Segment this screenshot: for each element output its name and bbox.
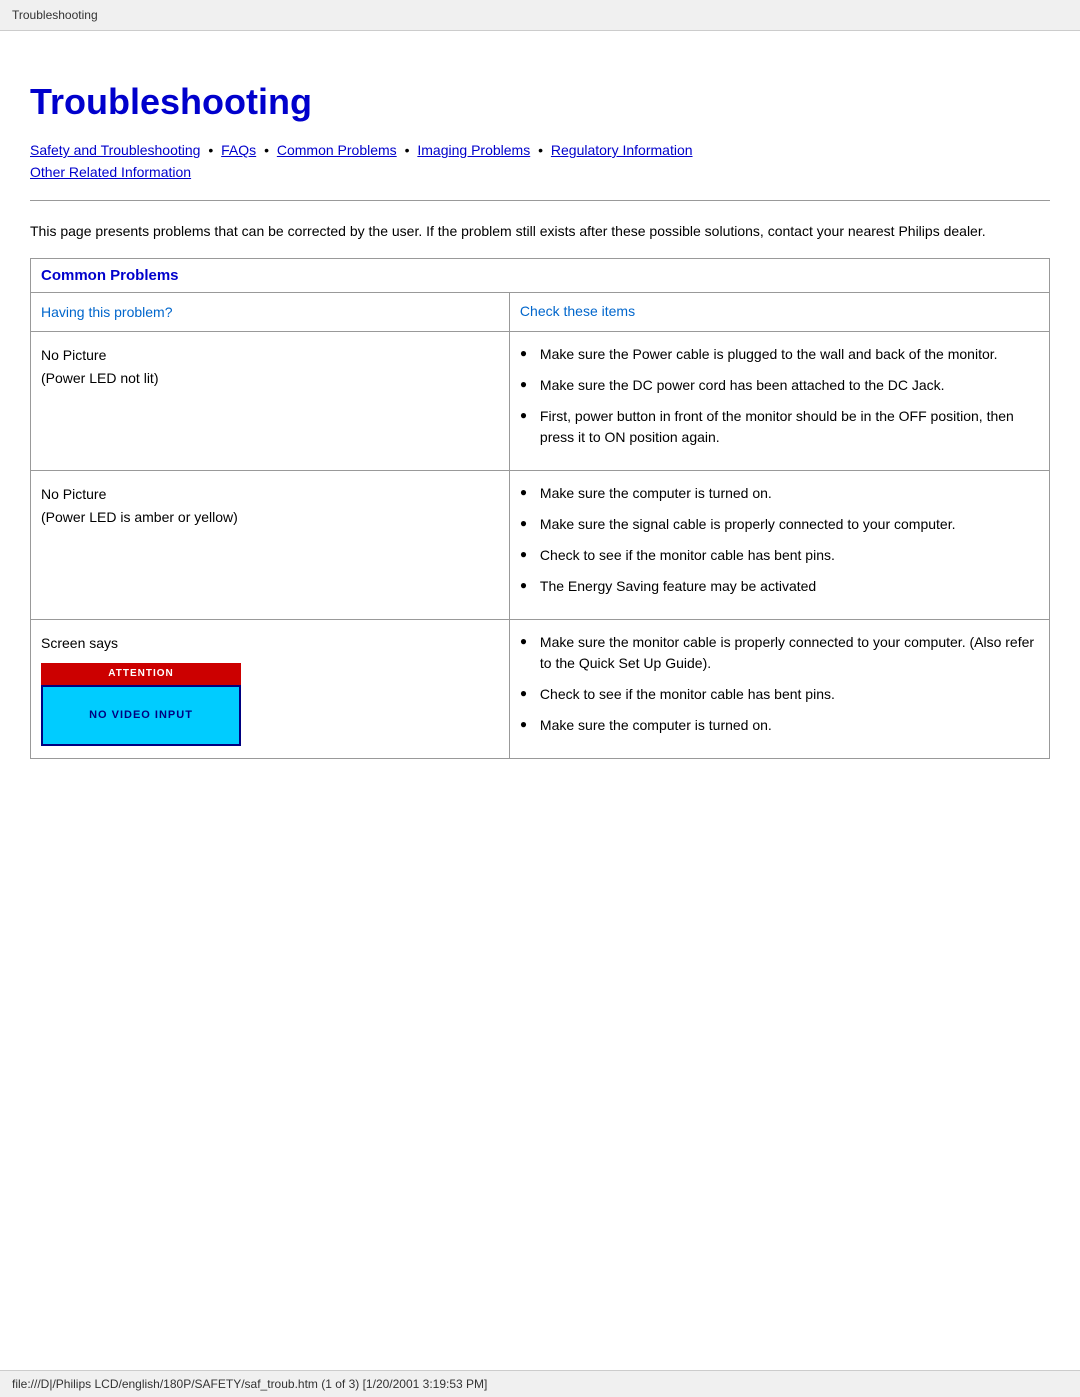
table-row: Screen says ATTENTION NO VIDEO INPUT Mak… (31, 620, 1050, 759)
screen-says-label: Screen says (41, 635, 118, 651)
nav-divider (30, 200, 1050, 201)
check-item: First, power button in front of the moni… (520, 406, 1039, 448)
browser-tab-label: Troubleshooting (12, 8, 98, 22)
table-header-row: Common Problems (31, 258, 1050, 292)
table-row: No Picture(Power LED not lit) Make sure … (31, 332, 1050, 471)
check-item: Make sure the computer is turned on. (520, 715, 1039, 736)
nav-link-regulatory[interactable]: Regulatory Information (551, 142, 693, 158)
check-item: The Energy Saving feature may be activat… (520, 576, 1039, 597)
check-cell-2: Make sure the computer is turned on. Mak… (509, 471, 1049, 620)
nav-separator-2: • (264, 142, 273, 158)
nav-links: Safety and Troubleshooting • FAQs • Comm… (30, 139, 1050, 184)
check-item: Make sure the DC power cord has been att… (520, 375, 1039, 396)
check-cell-1: Make sure the Power cable is plugged to … (509, 332, 1049, 471)
nav-link-faqs[interactable]: FAQs (221, 142, 256, 158)
check-item: Make sure the signal cable is properly c… (520, 514, 1039, 535)
col-header-problem: Having this problem? (31, 292, 510, 331)
nav-link-common[interactable]: Common Problems (277, 142, 397, 158)
problem-cell-3: Screen says ATTENTION NO VIDEO INPUT (31, 620, 510, 759)
attention-bar: ATTENTION (41, 663, 241, 685)
check-item: Check to see if the monitor cable has be… (520, 545, 1039, 566)
problem-cell-1: No Picture(Power LED not lit) (31, 332, 510, 471)
status-bar: file:///D|/Philips LCD/english/180P/SAFE… (0, 1370, 1080, 1397)
nav-separator-1: • (208, 142, 217, 158)
table-section-header: Common Problems (31, 258, 1050, 292)
problem-cell-2: No Picture(Power LED is amber or yellow) (31, 471, 510, 620)
nav-link-other[interactable]: Other Related Information (30, 164, 191, 180)
problems-table: Common Problems Having this problem? Che… (30, 258, 1050, 759)
check-item: Make sure the Power cable is plugged to … (520, 344, 1039, 365)
intro-text: This page presents problems that can be … (30, 221, 1050, 242)
check-item: Make sure the computer is turned on. (520, 483, 1039, 504)
table-row: No Picture(Power LED is amber or yellow)… (31, 471, 1050, 620)
browser-tab: Troubleshooting (0, 0, 1080, 31)
col-header-check: Check these items (509, 292, 1049, 331)
nav-link-imaging[interactable]: Imaging Problems (417, 142, 530, 158)
check-item: Check to see if the monitor cable has be… (520, 684, 1039, 705)
check-cell-3: Make sure the monitor cable is properly … (509, 620, 1049, 759)
check-item: Make sure the monitor cable is properly … (520, 632, 1039, 674)
nav-separator-3: • (405, 142, 414, 158)
attention-box: ATTENTION NO VIDEO INPUT (41, 663, 241, 747)
nav-link-safety[interactable]: Safety and Troubleshooting (30, 142, 200, 158)
page-title: Troubleshooting (30, 81, 1050, 123)
main-content: Troubleshooting Safety and Troubleshooti… (0, 31, 1080, 819)
status-bar-label: file:///D|/Philips LCD/english/180P/SAFE… (12, 1377, 487, 1391)
col-header-row: Having this problem? Check these items (31, 292, 1050, 331)
nav-separator-4: • (538, 142, 547, 158)
no-video-box: NO VIDEO INPUT (41, 685, 241, 747)
